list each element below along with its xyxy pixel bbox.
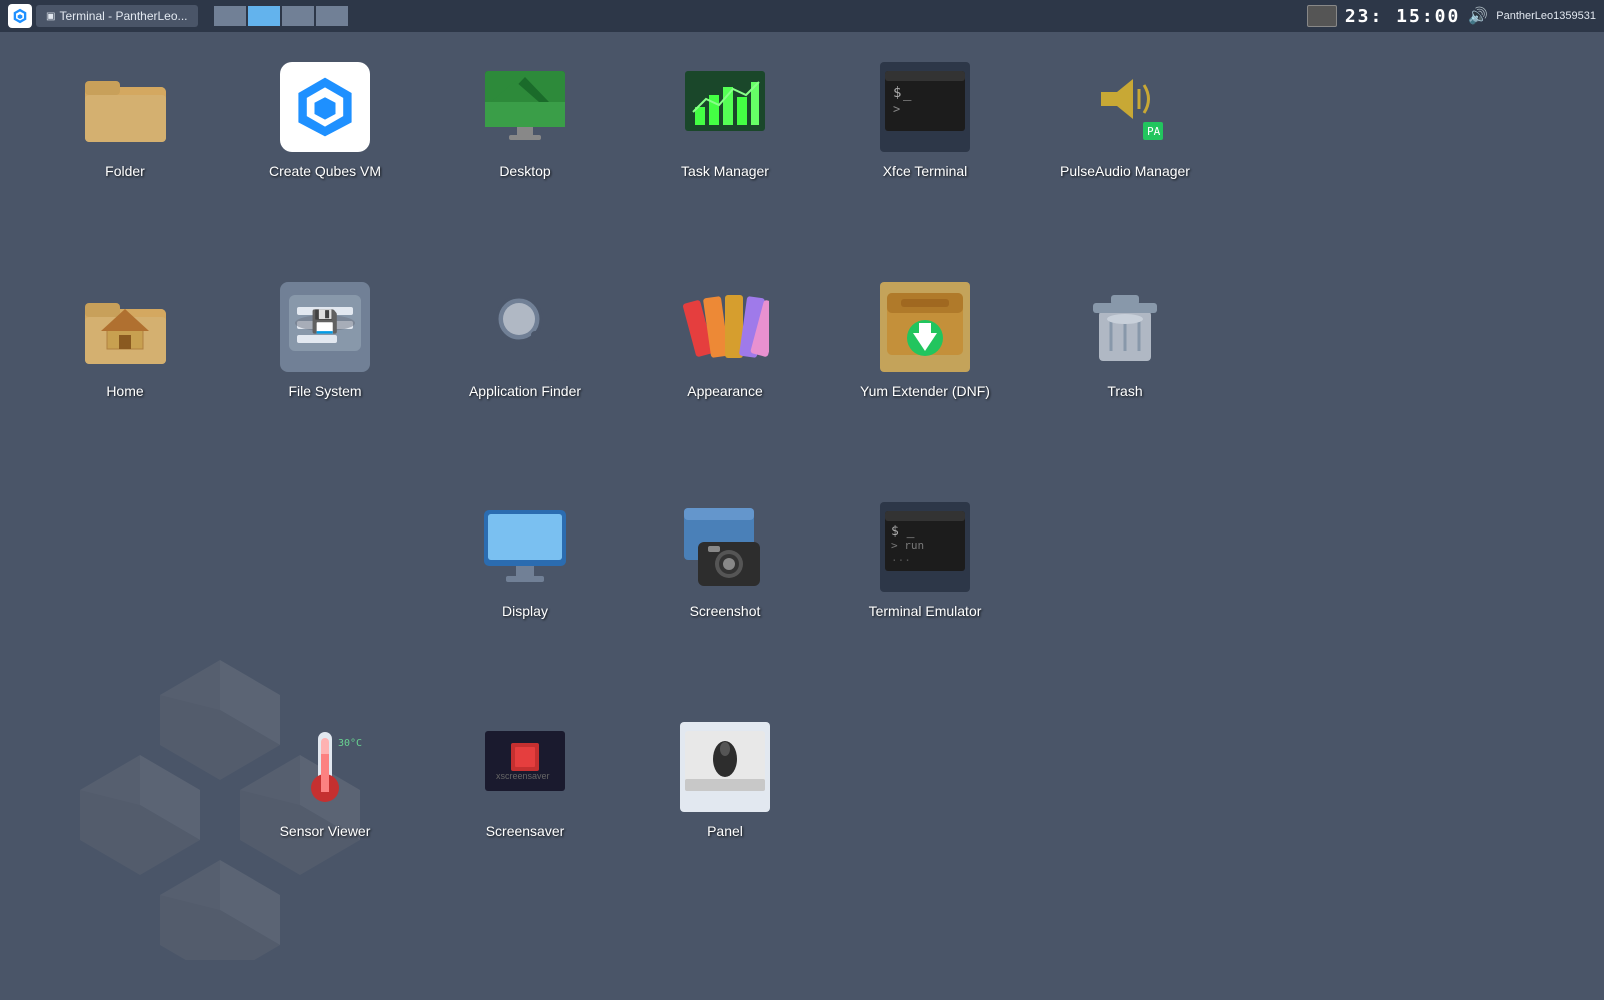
icon-display[interactable]: Display [440, 492, 610, 692]
task-manager-label: Task Manager [681, 162, 769, 180]
taskbar: ▣ Terminal - PantherLeo... 23: 15:00 🔊 P… [0, 0, 1604, 32]
display-icon-img [480, 502, 570, 592]
home-icon-img [80, 282, 170, 372]
trash-label: Trash [1107, 382, 1142, 400]
icon-screenshot[interactable]: Screenshot [640, 492, 810, 692]
svg-text:$: $ [893, 85, 901, 101]
user-label: PantherLeo1359531 [1496, 10, 1596, 22]
panel-icon-img [680, 722, 770, 812]
icon-xfce-terminal[interactable]: $ _ > Xfce Terminal [840, 52, 1010, 252]
icon-file-system[interactable]: 💾 File System [240, 272, 410, 472]
icon-screensaver[interactable]: xscreensaver Screensaver [440, 712, 610, 912]
appearance-icon-img [680, 282, 770, 372]
panel-label: Panel [707, 822, 743, 840]
terminal-emulator-icon-img: $ _ > run ... [880, 502, 970, 592]
qubes-menu-button[interactable] [8, 4, 32, 28]
svg-text:_: _ [903, 85, 912, 101]
appearance-label: Appearance [687, 382, 763, 400]
taskbar-left: ▣ Terminal - PantherLeo... [0, 4, 206, 28]
workspace-2[interactable] [248, 6, 280, 26]
sensor-viewer-label: Sensor Viewer [280, 822, 371, 840]
create-qubes-vm-label: Create Qubes VM [269, 162, 381, 180]
icon-create-qubes-vm[interactable]: Create Qubes VM [240, 52, 410, 252]
xfce-terminal-icon-img: $ _ > [880, 62, 970, 152]
clock: 23: 15:00 [1345, 6, 1461, 27]
workspace-3[interactable] [282, 6, 314, 26]
xfce-terminal-label: Xfce Terminal [883, 162, 968, 180]
svg-text:...: ... [891, 551, 911, 564]
screensaver-label: Screensaver [486, 822, 565, 840]
screensaver-icon-img: xscreensaver [480, 722, 570, 812]
svg-text:PA: PA [1147, 125, 1161, 138]
screenshot-icon-img [680, 502, 770, 592]
svg-text:>: > [893, 102, 900, 116]
workspace-1[interactable] [214, 6, 246, 26]
folder-icon-img [80, 62, 170, 152]
screenshot-label: Screenshot [690, 602, 761, 620]
workspace-4[interactable] [316, 6, 348, 26]
terminal-tab[interactable]: ▣ Terminal - PantherLeo... [36, 5, 198, 27]
yum-extender-label: Yum Extender (DNF) [860, 382, 990, 400]
icon-yum-extender[interactable]: Yum Extender (DNF) [840, 272, 1010, 472]
filesystem-icon-img: 💾 [280, 282, 370, 372]
folder-label: Folder [105, 162, 145, 180]
icon-pulseaudio[interactable]: PA PulseAudio Manager [1040, 52, 1210, 252]
home-label: Home [106, 382, 143, 400]
icon-appearance[interactable]: Appearance [640, 272, 810, 472]
display-label: Display [502, 602, 548, 620]
sensor-icon-img: 30°C [280, 722, 370, 812]
create-qubes-vm-icon-img [280, 62, 370, 152]
workspace-switcher [214, 6, 348, 26]
file-system-label: File System [288, 382, 361, 400]
svg-text:$ _: $ _ [891, 524, 915, 539]
svg-text:xscreensaver: xscreensaver [496, 771, 550, 781]
screen-thumbnail [1307, 5, 1337, 27]
pulseaudio-icon-img: PA [1080, 62, 1170, 152]
icon-terminal-emulator[interactable]: $ _ > run ... Terminal Emulator [840, 492, 1010, 692]
volume-icon[interactable]: 🔊 [1468, 6, 1488, 26]
appfinder-label: Application Finder [469, 382, 581, 400]
icon-sensor-viewer[interactable]: 30°C Sensor Viewer [240, 712, 410, 912]
svg-text:30°C: 30°C [338, 738, 362, 749]
desktop-icon-img [480, 62, 570, 152]
icon-task-manager[interactable]: Task Manager [640, 52, 810, 252]
trash-icon-img [1080, 282, 1170, 372]
appfinder-icon-img [480, 282, 570, 372]
task-manager-icon-img [680, 62, 770, 152]
icon-desktop[interactable]: Desktop [440, 52, 610, 252]
icon-application-finder[interactable]: Application Finder [440, 272, 610, 472]
desktop: Folder Create Qubes VM [0, 32, 1604, 1000]
terminal-emulator-label: Terminal Emulator [869, 602, 982, 620]
icon-folder[interactable]: Folder [40, 52, 210, 252]
icon-panel[interactable]: Panel [640, 712, 810, 912]
icon-home[interactable]: Home [40, 272, 210, 472]
pulseaudio-label: PulseAudio Manager [1060, 162, 1190, 180]
desktop-label: Desktop [499, 162, 550, 180]
svg-text:💾: 💾 [311, 309, 338, 334]
yumextender-icon-img [880, 282, 970, 372]
icons-grid: Folder Create Qubes VM [0, 32, 1280, 952]
taskbar-right: 23: 15:00 🔊 PantherLeo1359531 [1299, 5, 1604, 27]
icon-trash[interactable]: Trash [1040, 272, 1210, 472]
